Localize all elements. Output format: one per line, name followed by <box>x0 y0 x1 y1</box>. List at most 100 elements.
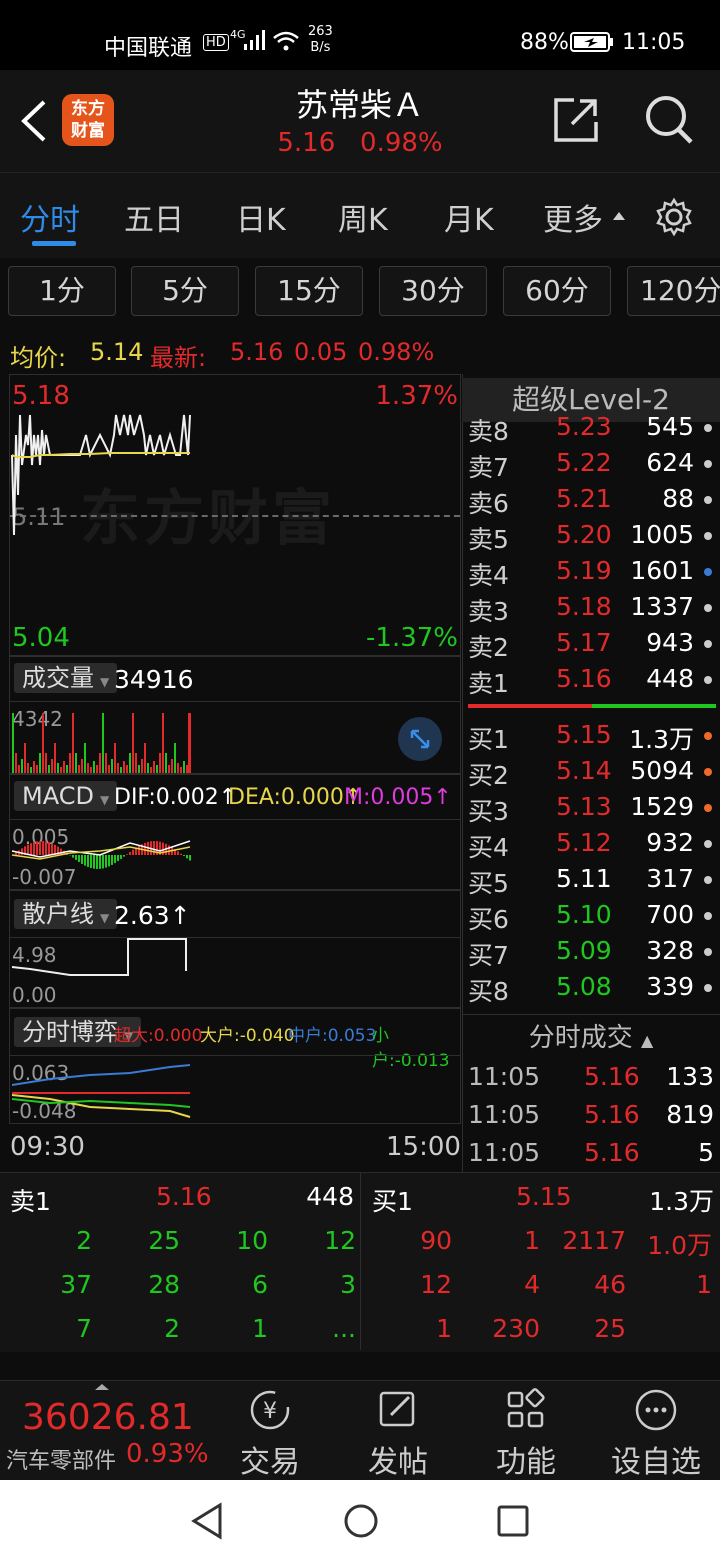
intraday-price-chart[interactable]: 东方财富 5.18 1.37% 5.11 5.04 -1.37% <box>9 374 461 656</box>
avg-price-line: 均价: 5.14 最新: 5.16 0.05 0.98% <box>0 330 720 372</box>
queue-sell-vol: 448 <box>306 1182 354 1211</box>
status-dot-icon <box>704 568 712 576</box>
bid-row[interactable]: 买7 5.09 328 <box>466 936 720 972</box>
retail-selector[interactable]: 散户线 ▼ <box>14 899 118 929</box>
latest-price: 5.16 <box>230 338 284 366</box>
ask-row[interactable]: 卖2 5.17 943 <box>466 628 720 664</box>
period-5min[interactable]: 5分 <box>131 266 239 316</box>
share-icon[interactable] <box>552 96 600 144</box>
system-nav-bar <box>0 1480 720 1560</box>
period-60min[interactable]: 60分 <box>503 266 611 316</box>
trade-button[interactable]: ¥ 交易 <box>228 1387 312 1481</box>
bid-row[interactable]: 买4 5.12 932 <box>466 828 720 864</box>
ask-row[interactable]: 卖7 5.22 624 <box>466 448 720 484</box>
queue-sell-cell: 2 <box>164 1314 180 1343</box>
queue-sell-cell: 3 <box>340 1270 356 1299</box>
game-mid: 中户:0.053 <box>288 1026 377 1046</box>
function-button[interactable]: 功能 <box>484 1387 568 1481</box>
retail-line-panel[interactable]: 散户线 ▼ 2.63↑ 4.98 0.00 <box>9 890 461 1008</box>
avg-label: 均价: <box>10 344 67 372</box>
logo-text-1: 东方 <box>71 99 105 119</box>
queue-buy-cell: 1 <box>524 1226 540 1255</box>
ask-volume: 448 <box>646 664 694 693</box>
divider <box>10 819 460 820</box>
nav-back-icon[interactable] <box>190 1502 224 1540</box>
ask-volume: 1601 <box>630 556 694 585</box>
period-15min[interactable]: 15分 <box>255 266 363 316</box>
period-1min[interactable]: 1分 <box>8 266 116 316</box>
ask-row[interactable]: 卖4 5.19 1601 <box>466 556 720 592</box>
bid-ratio-bar <box>592 704 716 708</box>
macd-plot <box>11 840 191 869</box>
period-30min[interactable]: 30分 <box>379 266 487 316</box>
ask-row[interactable]: 卖6 5.21 88 <box>466 484 720 520</box>
tab-more[interactable]: 更多 <box>543 195 603 239</box>
settings-gear-icon[interactable] <box>654 197 694 237</box>
capital-game-panel[interactable]: 分时博弈 ▼ 超大:0.000 大户:-0.040 中户:0.053 小户:-0.… <box>9 1008 461 1124</box>
queue-buy-cell: 25 <box>594 1314 626 1343</box>
bid-volume: 1.3万 <box>629 725 694 754</box>
queue-buy-label: 买1 <box>372 1187 413 1216</box>
bid-price: 5.13 <box>556 792 612 821</box>
back-icon[interactable] <box>16 98 50 144</box>
ask-volume: 545 <box>646 412 694 441</box>
ask-volume: 88 <box>662 484 694 513</box>
apps-grid-icon <box>507 1388 545 1428</box>
bid-volume: 932 <box>646 828 694 857</box>
bid-price: 5.10 <box>556 900 612 929</box>
tab-monthly-k[interactable]: 月K <box>444 195 494 239</box>
volume-value: 34916 <box>114 665 194 694</box>
index-value[interactable]: 36026.81 <box>22 1397 194 1438</box>
nav-recents-icon[interactable] <box>496 1504 530 1538</box>
bid-level-label: 买5 <box>468 869 509 898</box>
queue-buy-cell: 2117 <box>562 1226 626 1255</box>
expand-chart-button[interactable] <box>398 717 442 761</box>
ask-row[interactable]: 卖1 5.16 448 <box>466 664 720 700</box>
stock-header: 东方 财富 苏常柴Ａ 5.16 0.98% <box>0 70 720 172</box>
macd-selector[interactable]: MACD ▼ <box>14 781 118 811</box>
bid-row[interactable]: 买6 5.10 700 <box>466 900 720 936</box>
bid-volume: 339 <box>646 972 694 1001</box>
volume-selector[interactable]: 成交量 ▼ <box>14 663 118 693</box>
dropdown-caret-icon: ▼ <box>100 675 110 689</box>
search-icon[interactable] <box>644 94 694 146</box>
signal-icon <box>244 30 265 50</box>
bid-row[interactable]: 买3 5.13 1529 <box>466 792 720 828</box>
macd-dea: DEA:0.000↑ <box>228 785 363 810</box>
bid-row[interactable]: 买8 5.08 339 <box>466 972 720 1008</box>
caret-up-icon <box>95 1384 109 1390</box>
period-120min[interactable]: 120分 <box>627 266 720 316</box>
trades-header[interactable]: 分时成交 ▲ <box>462 1014 720 1060</box>
bid-row[interactable]: 买1 5.15 1.3万 <box>466 720 720 756</box>
macd-panel[interactable]: MACD ▼ DIF:0.002↑ DEA:0.000↑ M:0.005↑ 0.0… <box>9 774 461 890</box>
bid-row[interactable]: 买5 5.11 317 <box>466 864 720 900</box>
trade-price: 5.16 <box>584 1100 640 1129</box>
trade-row: 11:05 5.16 133 <box>466 1062 720 1098</box>
ask-row[interactable]: 卖3 5.18 1337 <box>466 592 720 628</box>
bid-volume: 5094 <box>630 756 694 785</box>
bid-row[interactable]: 买2 5.14 5094 <box>466 756 720 792</box>
latest-change: 0.05 <box>294 338 348 366</box>
status-dot-icon <box>704 984 712 992</box>
bid-volume: 328 <box>646 936 694 965</box>
add-watchlist-button[interactable]: 设自选 <box>606 1387 706 1481</box>
ask-row[interactable]: 卖8 5.23 545 <box>466 412 720 448</box>
volume-panel[interactable]: 成交量 ▼ 34916 4342 <box>9 656 461 774</box>
tab-weekly-k[interactable]: 周K <box>338 195 388 239</box>
status-dot-icon <box>704 496 712 504</box>
post-button[interactable]: 发帖 <box>356 1387 440 1481</box>
tab-five-day[interactable]: 五日 <box>124 195 184 239</box>
ask-volume: 624 <box>646 448 694 477</box>
trades-title: 分时成交 <box>528 1023 633 1053</box>
queue-sell-cell: 6 <box>252 1270 268 1299</box>
ask-row[interactable]: 卖5 5.20 1005 <box>466 520 720 556</box>
status-dot-icon <box>704 640 712 648</box>
more-circle-icon <box>635 1389 677 1431</box>
tab-daily-k[interactable]: 日K <box>236 195 286 239</box>
ask-volume: 943 <box>646 628 694 657</box>
nav-home-icon[interactable] <box>342 1502 380 1540</box>
queue-buy-cell: 1 <box>696 1270 712 1299</box>
ask-price: 5.21 <box>556 484 612 513</box>
tab-intraday[interactable]: 分时 <box>20 195 80 239</box>
bid-level-label: 买1 <box>468 725 509 754</box>
